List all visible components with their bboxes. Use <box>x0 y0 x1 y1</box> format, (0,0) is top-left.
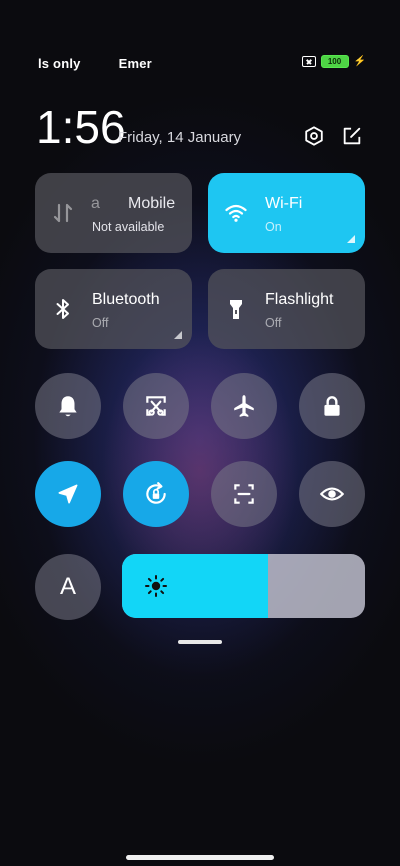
tile-bluetooth[interactable]: Bluetooth Off <box>35 269 192 349</box>
auto-brightness-toggle[interactable]: A <box>35 554 101 620</box>
tile-flashlight-title: Flashlight <box>265 291 334 308</box>
edit-icon[interactable] <box>341 125 363 147</box>
tile-flashlight-subtitle: Off <box>265 316 282 330</box>
carrier-right-label: Emer <box>118 56 152 71</box>
tile-bluetooth-subtitle: Off <box>92 316 109 330</box>
screenshot-icon <box>146 396 166 416</box>
no-sim-icon <box>301 56 316 67</box>
tile-wifi[interactable]: Wi-Fi On <box>208 173 365 253</box>
carrier-left-label: ls only <box>38 56 81 71</box>
tile-flashlight[interactable]: Flashlight Off <box>208 269 365 349</box>
tile-wifi-title: Wi-Fi <box>265 195 303 212</box>
mobile-prefix-label: a <box>91 195 100 212</box>
bell-icon <box>59 396 77 417</box>
clock: 1:56 <box>36 101 126 153</box>
auto-brightness-label: A <box>59 573 76 600</box>
lock-screen-toggle[interactable] <box>299 373 365 439</box>
lock-icon <box>324 396 340 416</box>
tile-wifi-subtitle: On <box>265 220 282 234</box>
sun-icon <box>145 575 167 597</box>
brightness-slider[interactable] <box>122 554 365 618</box>
scanner-icon <box>234 484 254 504</box>
date-label: Friday, 14 January <box>118 129 242 146</box>
wifi-icon <box>225 204 247 222</box>
wifi-expand-corner[interactable] <box>347 235 355 243</box>
status-carriers: ls only Emer <box>38 56 152 71</box>
airplane-mode-toggle[interactable] <box>211 373 277 439</box>
home-indicator[interactable] <box>126 855 274 860</box>
eye-icon <box>320 487 344 501</box>
airplane-icon <box>234 395 254 417</box>
charging-bolt-icon: ⚡ <box>353 56 366 67</box>
rotation-lock-toggle[interactable] <box>123 461 189 527</box>
battery-icon: 100 <box>320 55 349 68</box>
reading-mode-toggle[interactable] <box>299 461 365 527</box>
mobile-data-icon <box>53 203 73 223</box>
scanner-toggle[interactable] <box>211 461 277 527</box>
tile-mobile-title: Mobile <box>128 195 176 212</box>
location-icon <box>58 484 78 504</box>
tile-bluetooth-title: Bluetooth <box>92 291 160 308</box>
location-toggle[interactable] <box>35 461 101 527</box>
settings-hex-icon[interactable] <box>303 125 325 147</box>
tile-mobile-subtitle: Not available <box>92 220 165 234</box>
screenshot-toggle[interactable] <box>123 373 189 439</box>
rotation-lock-icon <box>146 482 166 504</box>
panel-drag-handle[interactable] <box>178 640 222 644</box>
silent-toggle[interactable] <box>35 373 101 439</box>
bluetooth-icon <box>56 299 69 319</box>
flashlight-icon <box>230 300 242 319</box>
status-icons: 100 ⚡ <box>301 55 366 68</box>
tile-mobile-data[interactable]: a Mobile Not available <box>35 173 192 253</box>
bluetooth-expand-corner[interactable] <box>174 331 182 339</box>
